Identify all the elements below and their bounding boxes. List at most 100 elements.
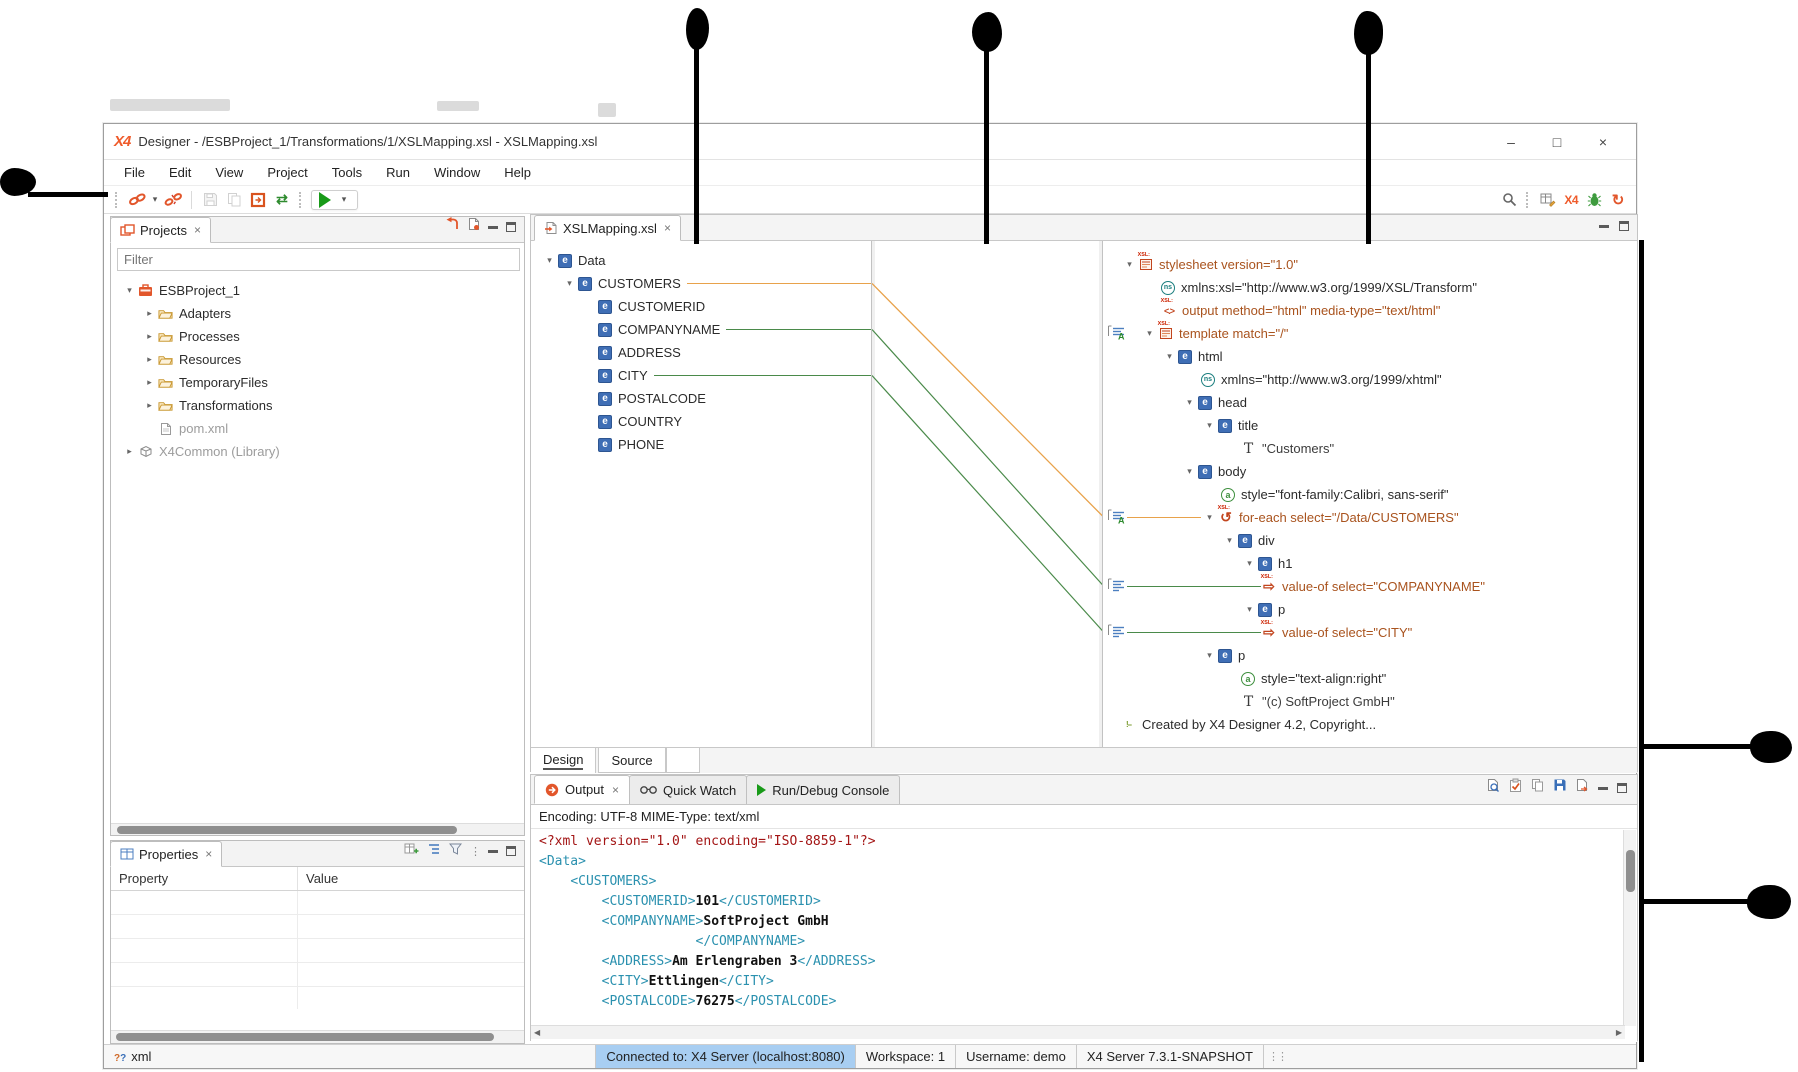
tree-item-adapters[interactable]: ▸Adapters — [111, 302, 524, 325]
search-icon[interactable] — [1498, 189, 1520, 211]
show-tree-icon[interactable] — [427, 842, 441, 860]
maximize-view-icon[interactable] — [506, 846, 516, 856]
expanded-chevron-icon[interactable]: ▾ — [1161, 351, 1178, 362]
tree-item-for-each-select-data-customers[interactable]: A▾XSL:↺for-each select="/Data/CUSTOMERS" — [1103, 506, 1639, 529]
menu-run[interactable]: Run — [374, 162, 422, 183]
tree-item-processes[interactable]: ▸Processes — [111, 325, 524, 348]
expanded-chevron-icon[interactable]: ▾ — [1201, 650, 1218, 661]
tab-output[interactable]: Output × — [534, 775, 630, 804]
edit-grid-icon[interactable] — [1537, 189, 1559, 211]
save-output-icon[interactable] — [1553, 778, 1567, 797]
tree-item-style-font-family-calibri-sans-serif[interactable]: astyle="font-family:Calibri, sans-serif" — [1103, 483, 1639, 506]
close-window-icon[interactable]: × — [1580, 127, 1626, 157]
tab-quick-watch[interactable]: Quick Watch — [629, 775, 747, 804]
tree-item-customers[interactable]: T"Customers" — [1103, 437, 1639, 460]
copy-icon[interactable] — [223, 189, 245, 211]
debug-bug-icon[interactable] — [1583, 189, 1605, 211]
link-dropdown-icon[interactable]: ▾ — [149, 194, 161, 205]
close-icon[interactable]: × — [610, 783, 619, 797]
scroll-left-icon[interactable]: ◀ — [534, 1028, 540, 1037]
minimize-window-icon[interactable]: – — [1488, 127, 1534, 157]
new-file-icon[interactable] — [468, 217, 480, 236]
tab-design[interactable]: Design — [531, 748, 596, 773]
tree-item-output-method-html-media-type-text-html[interactable]: XSL:<.>output method="html" media-type="… — [1103, 299, 1639, 322]
column-value[interactable]: Value — [297, 867, 338, 890]
tree-item-data[interactable]: ▾eData — [531, 249, 871, 272]
expanded-chevron-icon[interactable]: ▾ — [1201, 512, 1218, 523]
menu-view[interactable]: View — [203, 162, 255, 183]
properties-hscrollbar[interactable] — [111, 1030, 524, 1043]
close-icon[interactable]: × — [662, 221, 671, 235]
collapsed-chevron-icon[interactable]: ▸ — [121, 446, 138, 457]
output-xml-view[interactable]: <?xml version="1.0" encoding="ISO-8859-1… — [531, 829, 1637, 1042]
tree-item-city[interactable]: eCITY — [531, 364, 871, 387]
properties-grid[interactable] — [111, 891, 524, 1009]
collapsed-chevron-icon[interactable]: ▸ — [141, 377, 158, 388]
expanded-chevron-icon[interactable]: ▾ — [1181, 397, 1198, 408]
projects-hscrollbar[interactable] — [111, 823, 524, 835]
collapsed-chevron-icon[interactable]: ▸ — [141, 331, 158, 342]
tree-item-esbproject-1[interactable]: ▾ESBProject_1 — [111, 279, 524, 302]
toolbar-grip[interactable] — [299, 192, 304, 208]
scrollbar-thumb[interactable] — [116, 1033, 494, 1041]
expanded-chevron-icon[interactable]: ▾ — [1241, 604, 1258, 615]
tree-item-address[interactable]: eADDRESS — [531, 341, 871, 364]
tree-item-temporaryfiles[interactable]: ▸TemporaryFiles — [111, 371, 524, 394]
tree-item-x4common-library[interactable]: ▸X4Common (Library) — [111, 440, 524, 463]
collapsed-chevron-icon[interactable]: ▸ — [141, 400, 158, 411]
swap-mapping-icon[interactable]: ⇄ — [271, 189, 293, 211]
menu-window[interactable]: Window — [422, 162, 492, 183]
menu-file[interactable]: File — [112, 162, 157, 183]
tree-item-transformations[interactable]: ▸Transformations — [111, 394, 524, 417]
collapsed-chevron-icon[interactable]: ▸ — [141, 354, 158, 365]
menu-tools[interactable]: Tools — [320, 162, 374, 183]
tree-item-postalcode[interactable]: ePOSTALCODE — [531, 387, 871, 410]
expanded-chevron-icon[interactable]: ▾ — [1121, 259, 1138, 270]
column-property[interactable]: Property — [111, 871, 297, 886]
expanded-chevron-icon[interactable]: ▾ — [1241, 558, 1258, 569]
scrollbar-thumb[interactable] — [1626, 850, 1635, 892]
tree-item-div[interactable]: ▾ediv — [1103, 529, 1639, 552]
new-property-icon[interactable] — [404, 842, 419, 860]
maximize-view-icon[interactable] — [1619, 221, 1629, 231]
output-hscrollbar[interactable]: ◀ ▶ — [531, 1025, 1625, 1039]
minimize-view-icon[interactable] — [1598, 786, 1608, 790]
tree-item-template-match[interactable]: A▾XSL:template match="/" — [1103, 322, 1639, 345]
find-in-output-icon[interactable] — [1487, 778, 1500, 797]
link-with-editor-icon[interactable] — [445, 217, 460, 236]
collapsed-chevron-icon[interactable]: ▸ — [141, 308, 158, 319]
menu-edit[interactable]: Edit — [157, 162, 203, 183]
tree-item-pom-xml[interactable]: pom.xml — [111, 417, 524, 440]
unlink-icon[interactable] — [162, 189, 184, 211]
tree-item-customerid[interactable]: eCUSTOMERID — [531, 295, 871, 318]
tree-item-c-softproject-gmbh[interactable]: T"(c) SoftProject GmbH" — [1103, 690, 1639, 713]
tree-item-html[interactable]: ▾ehtml — [1103, 345, 1639, 368]
copy-output-icon[interactable] — [1531, 778, 1544, 797]
view-menu-dots-icon[interactable]: ⋮ — [470, 845, 480, 858]
maximize-view-icon[interactable] — [1617, 783, 1627, 793]
x4-perspective-icon[interactable]: X4 — [1560, 193, 1582, 207]
delete-relation-icon[interactable] — [247, 189, 269, 211]
expanded-chevron-icon[interactable]: ▾ — [1181, 466, 1198, 477]
minimize-view-icon[interactable] — [488, 849, 498, 853]
tree-item-value-of-select-companyname[interactable]: XSL:⇨value-of select="COMPANYNAME" — [1103, 575, 1639, 598]
maximize-window-icon[interactable]: □ — [1534, 127, 1580, 157]
maximize-view-icon[interactable] — [506, 222, 516, 232]
menu-help[interactable]: Help — [492, 162, 543, 183]
tab-source[interactable]: Source — [598, 748, 665, 773]
tree-item-xmlns-http-www-w3-org-1999-xhtml[interactable]: nsxmlns="http://www.w3.org/1999/xhtml" — [1103, 368, 1639, 391]
tree-item-country[interactable]: eCOUNTRY — [531, 410, 871, 433]
tab-xslmapping[interactable]: XSLMapping.xsl × — [534, 215, 681, 241]
tree-item-style-text-align-right[interactable]: astyle="text-align:right" — [1103, 667, 1639, 690]
filter-icon[interactable] — [449, 842, 462, 860]
menu-project[interactable]: Project — [255, 162, 319, 183]
tree-item-phone[interactable]: ePHONE — [531, 433, 871, 456]
tab-projects[interactable]: Projects × — [110, 217, 211, 243]
run-icon[interactable] — [319, 192, 331, 208]
close-icon[interactable]: × — [203, 847, 212, 861]
tree-item-created-by-x4-designer-4-2-copyright[interactable]: !--Created by X4 Designer 4.2, Copyright… — [1103, 713, 1639, 736]
tree-item-customers[interactable]: ▾eCUSTOMERS — [531, 272, 871, 295]
expanded-chevron-icon[interactable]: ▾ — [1221, 535, 1238, 546]
expanded-chevron-icon[interactable]: ▾ — [561, 278, 578, 289]
minimize-view-icon[interactable] — [1599, 224, 1609, 228]
